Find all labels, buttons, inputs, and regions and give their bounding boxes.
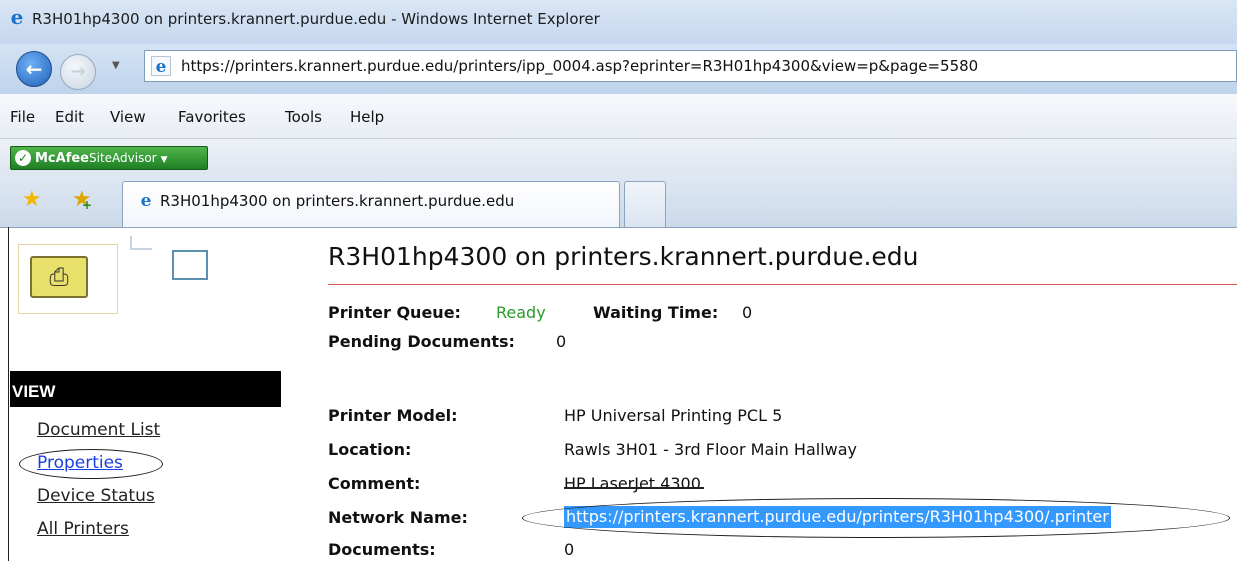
comment-label: Comment:	[328, 474, 421, 493]
highlight-ellipse-network	[522, 498, 1230, 538]
sidebar-link-all-printers[interactable]: All Printers	[37, 519, 129, 539]
waiting-time-value: 0	[742, 303, 753, 322]
location-value: Rawls 3H01 - 3rd Floor Main Hallway	[564, 440, 858, 459]
menu-help[interactable]: Help	[350, 108, 384, 126]
documents-label: Documents:	[328, 540, 436, 559]
sidebar-link-document-list[interactable]: Document List	[37, 420, 160, 440]
decorative-square	[172, 250, 208, 280]
sidebar-divider	[8, 227, 9, 561]
chevron-down-icon: ▼	[160, 155, 168, 165]
check-icon: ✓	[15, 150, 31, 166]
back-button[interactable]: ←	[16, 51, 52, 87]
menu-edit[interactable]: Edit	[55, 108, 84, 126]
address-bar[interactable]: e https://printers.krannert.purdue.edu/p…	[144, 50, 1237, 82]
forward-button[interactable]: →	[60, 54, 96, 90]
history-dropdown-icon[interactable]: ▼	[112, 60, 120, 71]
printer-model-value: HP Universal Printing PCL 5	[564, 406, 783, 425]
tab-label[interactable]: R3H01hp4300 on printers.krannert.purdue.…	[160, 192, 514, 210]
pending-documents-value: 0	[556, 332, 567, 351]
menu-view[interactable]: View	[110, 108, 146, 126]
tab-favicon-icon: e	[140, 191, 152, 211]
menu-tools[interactable]: Tools	[285, 108, 322, 126]
decorative-bracket	[130, 236, 152, 250]
waiting-time-label: Waiting Time:	[593, 303, 719, 322]
window-title: R3H01hp4300 on printers.krannert.purdue.…	[32, 10, 600, 28]
printer-icon: ⎙	[30, 256, 88, 298]
page-title: R3H01hp4300 on printers.krannert.purdue.…	[328, 242, 919, 271]
sidebar-header: VIEW	[10, 371, 281, 407]
mcafee-siteadvisor-button[interactable]: ✓ McAfeeSiteAdvisor ▼	[10, 146, 208, 170]
mcafee-product-label: SiteAdvisor	[89, 151, 157, 165]
plus-icon: +	[82, 198, 93, 212]
network-name-label: Network Name:	[328, 508, 468, 527]
page-favicon-icon: e	[151, 56, 171, 77]
documents-value: 0	[564, 540, 575, 559]
printer-model-label: Printer Model:	[328, 406, 458, 425]
menu-favorites[interactable]: Favorites	[178, 108, 246, 126]
new-tab-button[interactable]	[624, 181, 666, 227]
location-label: Location:	[328, 440, 412, 459]
mcafee-brand-label: McAfee	[35, 151, 89, 166]
title-underline	[328, 284, 1237, 285]
ie-logo-icon: e	[10, 5, 24, 29]
favorites-star-icon[interactable]: ★	[22, 188, 42, 212]
menu-file[interactable]: File	[10, 108, 35, 126]
highlight-ellipse	[19, 449, 163, 479]
queue-label: Printer Queue:	[328, 303, 461, 322]
pending-documents-label: Pending Documents:	[328, 332, 515, 351]
address-text[interactable]: https://printers.krannert.purdue.edu/pri…	[181, 57, 978, 75]
queue-status-value: Ready	[496, 303, 546, 322]
comment-value: HP LaserJet 4300	[564, 474, 701, 493]
annotation-stroke	[564, 487, 704, 489]
sidebar-link-device-status[interactable]: Device Status	[37, 486, 155, 506]
